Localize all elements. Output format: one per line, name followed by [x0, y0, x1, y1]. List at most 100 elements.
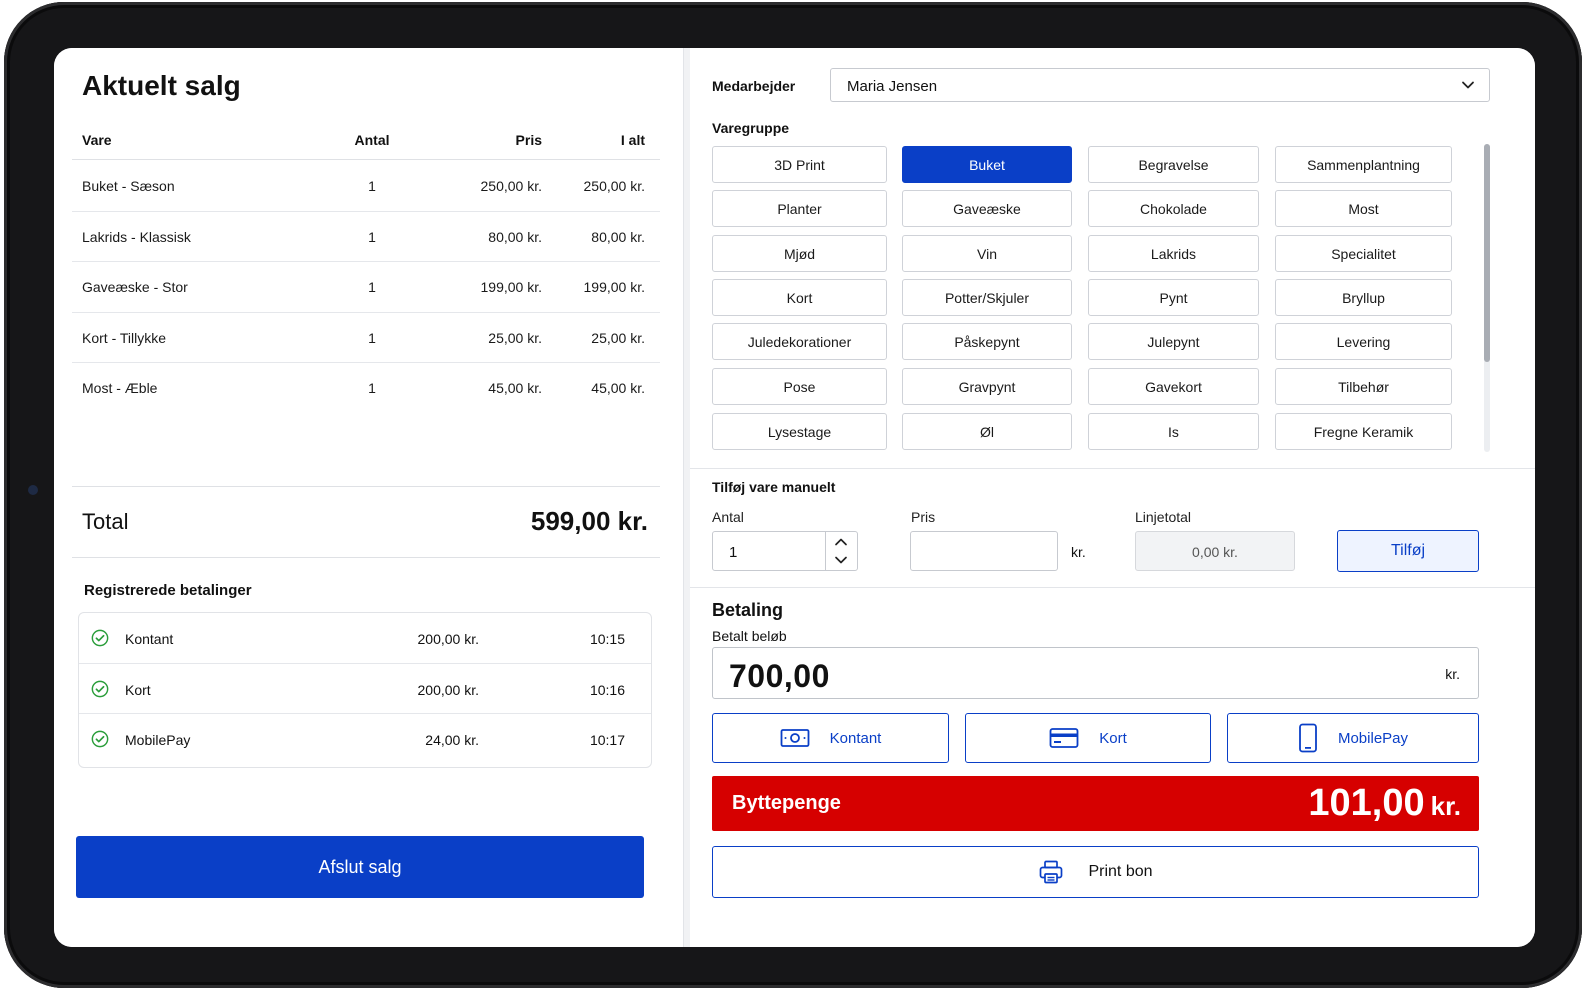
- employee-label: Medarbejder: [712, 78, 796, 94]
- paid-amount-input[interactable]: 700,00 kr.: [712, 647, 1479, 699]
- payment-method: Kontant: [125, 631, 174, 647]
- cash-button[interactable]: Kontant: [712, 713, 949, 763]
- paid-amount-unit: kr.: [1445, 666, 1460, 682]
- group-button[interactable]: Fregne Keramik: [1275, 413, 1452, 450]
- group-button[interactable]: Gaveæske: [902, 190, 1072, 227]
- add-item-button[interactable]: Tilføj: [1337, 530, 1479, 572]
- row-qty: 1: [368, 279, 376, 295]
- group-button[interactable]: Planter: [712, 190, 887, 227]
- group-button[interactable]: Påskepynt: [902, 323, 1072, 360]
- scrollbar-thumb[interactable]: [1484, 144, 1490, 362]
- pos-screen: Aktuelt salg Vare Antal Pris I alt Buket…: [54, 48, 1535, 947]
- col-price: Pris: [515, 132, 542, 148]
- group-button-active[interactable]: Buket: [902, 146, 1072, 183]
- mobilepay-label: MobilePay: [1337, 729, 1409, 747]
- change-due-banner: Byttepenge 101,00 kr.: [712, 776, 1479, 831]
- payment-method: Kort: [125, 681, 151, 698]
- group-button[interactable]: Øl: [902, 413, 1072, 450]
- group-button[interactable]: Vin: [902, 235, 1072, 272]
- row-qty: 1: [368, 329, 376, 346]
- group-button[interactable]: Sammenplantning: [1275, 146, 1452, 183]
- change-unit: kr.: [1430, 791, 1461, 821]
- check-circle-icon: [91, 680, 109, 697]
- row-price: 80,00 kr.: [488, 228, 542, 245]
- list-item[interactable]: Kort 200,00 kr. 10:16: [79, 664, 651, 714]
- employee-select[interactable]: Maria Jensen: [830, 68, 1490, 102]
- group-button[interactable]: Chokolade: [1088, 190, 1259, 227]
- table-row[interactable]: Gaveæske - Stor 1 199,00 kr. 199,00 kr.: [72, 262, 660, 313]
- table-row[interactable]: Lakrids - Klassisk 1 80,00 kr. 80,00 kr.: [72, 212, 660, 262]
- chevron-up-icon[interactable]: [834, 535, 848, 549]
- page-title: Aktuelt salg: [82, 70, 241, 101]
- row-total: 250,00 kr.: [583, 178, 646, 194]
- group-button[interactable]: Mjød: [712, 235, 887, 272]
- payment-amount: 24,00 kr.: [425, 732, 479, 748]
- group-button[interactable]: Potter/Skjuler: [902, 279, 1072, 316]
- list-item[interactable]: MobilePay 24,00 kr. 10:17: [79, 714, 651, 765]
- change-value: 101,00: [1308, 782, 1425, 824]
- group-button[interactable]: Most: [1275, 190, 1452, 227]
- table-row[interactable]: Buket - Sæson 1 250,00 kr. 250,00 kr.: [72, 161, 660, 212]
- row-total: 80,00 kr.: [591, 228, 645, 245]
- credit-card-icon: [1049, 728, 1079, 748]
- list-item[interactable]: Kontant 200,00 kr. 10:15: [79, 613, 651, 664]
- group-button[interactable]: Gavekort: [1088, 368, 1259, 405]
- camera: [28, 485, 38, 495]
- line-total-label: Linjetotal: [1135, 509, 1192, 525]
- group-button[interactable]: Bryllup: [1275, 279, 1452, 316]
- manual-title: Tilføj vare manuelt: [712, 479, 836, 495]
- group-button[interactable]: 3D Print: [712, 146, 887, 183]
- group-button[interactable]: Lakrids: [1088, 235, 1259, 272]
- group-button[interactable]: Kort: [712, 279, 887, 316]
- price-input[interactable]: [910, 531, 1058, 571]
- card-button[interactable]: Kort: [965, 713, 1211, 763]
- order-controls-panel: Medarbejder Maria Jensen Varegruppe 3D P…: [690, 48, 1535, 947]
- payment-card: Betaling Betalt beløb 700,00 kr. Kontant…: [690, 587, 1535, 947]
- row-total: 25,00 kr.: [591, 329, 645, 346]
- payment-amount: 200,00 kr.: [417, 631, 480, 647]
- row-price: 45,00 kr.: [488, 380, 542, 396]
- paid-amount-label: Betalt beløb: [712, 628, 787, 644]
- table-row[interactable]: Kort - Tillykke 1 25,00 kr. 25,00 kr.: [72, 313, 660, 363]
- card-label: Kort: [1099, 729, 1127, 747]
- quantity-stepper[interactable]: 1: [712, 531, 858, 571]
- payment-time: 10:16: [589, 681, 625, 698]
- finish-sale-button[interactable]: Afslut salg: [76, 836, 644, 898]
- group-button[interactable]: Begravelse: [1088, 146, 1259, 183]
- group-button[interactable]: Julepynt: [1088, 323, 1259, 360]
- group-button[interactable]: Juledekorationer: [712, 323, 887, 360]
- payment-amount: 200,00 kr.: [417, 681, 480, 698]
- group-button[interactable]: Gravpynt: [902, 368, 1072, 405]
- group-button[interactable]: Pynt: [1088, 279, 1259, 316]
- cash-label: Kontant: [829, 729, 882, 747]
- payments-title: Registrerede betalinger: [84, 582, 252, 599]
- stepper-controls: [825, 532, 857, 570]
- current-sale-panel: Aktuelt salg Vare Antal Pris I alt Buket…: [54, 48, 684, 947]
- check-circle-icon: [91, 730, 109, 748]
- sale-table-body: Buket - Sæson 1 250,00 kr. 250,00 kr. La…: [72, 161, 660, 414]
- price-label: Pris: [911, 509, 936, 525]
- group-button[interactable]: Specialitet: [1275, 235, 1452, 272]
- payment-time: 10:17: [589, 732, 625, 748]
- group-button[interactable]: Lysestage: [712, 413, 887, 450]
- payment-time: 10:15: [589, 631, 625, 647]
- mobilepay-button[interactable]: MobilePay: [1227, 713, 1479, 763]
- row-item: Lakrids - Klassisk: [82, 228, 191, 245]
- chevron-down-icon[interactable]: [834, 553, 848, 567]
- cash-icon: [780, 729, 810, 747]
- group-button[interactable]: Tilbehør: [1275, 368, 1452, 405]
- phone-icon: [1299, 723, 1317, 753]
- group-button[interactable]: Is: [1088, 413, 1259, 450]
- check-circle-icon: [91, 629, 109, 647]
- total-summary: Total 599,00 kr.: [72, 486, 660, 558]
- row-item: Gaveæske - Stor: [82, 279, 188, 295]
- group-button[interactable]: Pose: [712, 368, 887, 405]
- table-row[interactable]: Most - Æble 1 45,00 kr. 45,00 kr.: [72, 363, 660, 414]
- group-button[interactable]: Levering: [1275, 323, 1452, 360]
- total-value: 599,00 kr.: [530, 506, 648, 536]
- row-qty: 1: [368, 380, 376, 396]
- group-scrollbar[interactable]: [1484, 144, 1490, 452]
- paid-amount-value: 700,00: [729, 658, 830, 694]
- print-receipt-button[interactable]: Print bon: [712, 846, 1479, 898]
- total-label: Total: [82, 509, 129, 534]
